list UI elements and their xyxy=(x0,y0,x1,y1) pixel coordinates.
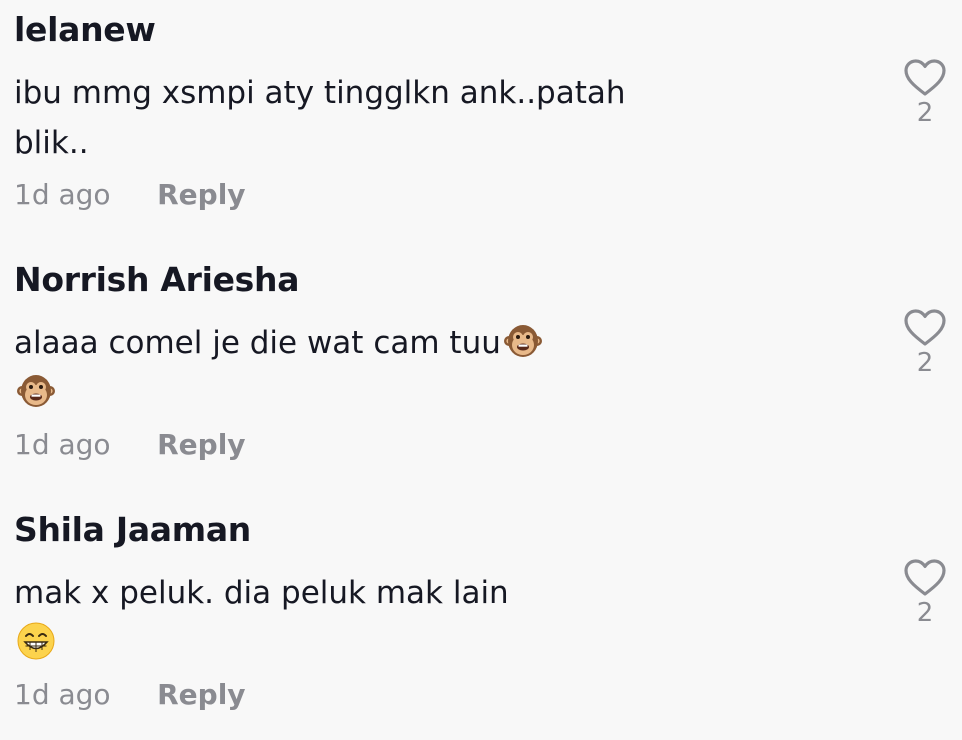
comment-text-segment: alaaa comel je die wat cam tuu xyxy=(14,325,501,361)
comment-item: lelanew ibu mmg xsmpi aty tingglkn ank..… xyxy=(0,0,962,240)
comment-username[interactable]: lelanew xyxy=(14,10,156,49)
comment-text-line xyxy=(14,618,654,668)
comment-text-line: ibu mmg xsmpi aty tingglkn ank..patah xyxy=(14,75,626,111)
like-count: 2 xyxy=(916,348,934,378)
comment-text-line: blik.. xyxy=(14,125,89,161)
like-control: 2 xyxy=(898,558,952,628)
like-control: 2 xyxy=(898,308,952,378)
comment-username[interactable]: Shila Jaaman xyxy=(14,510,251,549)
comment-text-line xyxy=(14,368,654,418)
comment-item: Shila Jaaman mak x peluk. dia peluk mak … xyxy=(0,500,962,740)
comment-text-line: mak x peluk. dia peluk mak lain xyxy=(14,575,509,611)
heart-outline-icon[interactable] xyxy=(903,558,947,598)
comment-text: mak x peluk. dia peluk mak lain xyxy=(14,568,654,668)
comment-meta: 1d ago Reply xyxy=(14,428,246,464)
grinning-face-with-smiling-eyes-icon xyxy=(16,621,56,661)
reply-button[interactable]: Reply xyxy=(157,428,245,461)
reply-button[interactable]: Reply xyxy=(157,178,245,211)
comment-list: lelanew ibu mmg xsmpi aty tingglkn ank..… xyxy=(0,0,962,729)
heart-outline-icon[interactable] xyxy=(903,58,947,98)
comment-timestamp: 1d ago xyxy=(14,428,111,461)
heart-outline-icon[interactable] xyxy=(903,308,947,348)
comment-timestamp: 1d ago xyxy=(14,678,111,711)
comment-meta: 1d ago Reply xyxy=(14,178,246,214)
like-count: 2 xyxy=(916,598,934,628)
comment-item: Norrish Ariesha alaaa comel je die wat c… xyxy=(0,250,962,490)
like-control: 2 xyxy=(898,58,952,128)
comment-meta: 1d ago Reply xyxy=(14,678,246,714)
like-count: 2 xyxy=(916,98,934,128)
monkey-face-icon xyxy=(16,371,56,411)
comment-timestamp: 1d ago xyxy=(14,178,111,211)
comment-text: ibu mmg xsmpi aty tingglkn ank..patah bl… xyxy=(14,68,654,168)
monkey-face-icon xyxy=(503,321,543,361)
comment-username[interactable]: Norrish Ariesha xyxy=(14,260,299,299)
comment-text: alaaa comel je die wat cam tuu xyxy=(14,318,654,418)
comment-text-line: alaaa comel je die wat cam tuu xyxy=(14,318,654,368)
reply-button[interactable]: Reply xyxy=(157,678,245,711)
